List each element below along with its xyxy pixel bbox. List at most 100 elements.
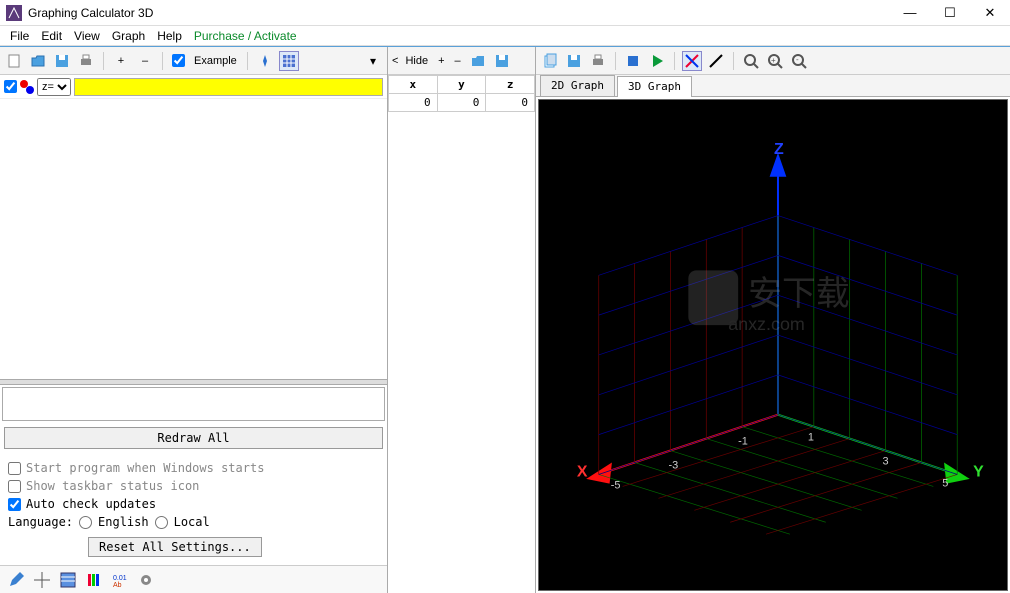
equation-row: z= xyxy=(0,75,387,99)
svg-text:5: 5 xyxy=(942,477,948,489)
svg-text:1: 1 xyxy=(808,432,814,444)
menu-view[interactable]: View xyxy=(68,27,106,45)
svg-text:Ab: Ab xyxy=(113,582,122,588)
print-graph-icon[interactable] xyxy=(588,51,608,71)
svg-text:anxz.com: anxz.com xyxy=(728,314,805,334)
remove-row-button[interactable]: – xyxy=(452,55,464,67)
rainbow-icon[interactable] xyxy=(84,570,104,590)
open-data-icon[interactable] xyxy=(468,51,488,71)
local-radio[interactable] xyxy=(155,516,168,529)
add-button[interactable]: + xyxy=(111,51,131,71)
separator xyxy=(247,52,248,70)
taskbar-checkbox[interactable] xyxy=(8,480,21,493)
pencil-icon[interactable] xyxy=(6,570,26,590)
reset-settings-button[interactable]: Reset All Settings... xyxy=(88,537,262,557)
tab-3d-graph[interactable]: 3D Graph xyxy=(617,76,692,97)
tab-2d-graph[interactable]: 2D Graph xyxy=(540,75,615,96)
menu-file[interactable]: File xyxy=(4,27,35,45)
open-icon[interactable] xyxy=(28,51,48,71)
svg-text:+: + xyxy=(771,56,776,65)
updates-checkbox-row[interactable]: Auto check updates xyxy=(8,497,379,511)
cell-z[interactable]: 0 xyxy=(486,94,535,112)
graph-3d-viewport[interactable]: Z X Y -5 -3 -1 1 3 5 安下载 anxz.com xyxy=(538,99,1008,591)
example-checkbox[interactable] xyxy=(172,54,185,67)
gear-icon[interactable] xyxy=(136,570,156,590)
precision-icon[interactable]: 0.01Ab xyxy=(110,570,130,590)
equation-type-select[interactable]: z= xyxy=(37,78,71,96)
chevron-left-icon[interactable]: < xyxy=(392,55,398,67)
crosshair-icon[interactable] xyxy=(32,570,52,590)
axes-style-icon[interactable] xyxy=(682,51,702,71)
updates-checkbox[interactable] xyxy=(8,498,21,511)
separator xyxy=(103,52,104,70)
data-table[interactable]: x y z 0 0 0 xyxy=(388,75,535,112)
play-icon[interactable] xyxy=(647,51,667,71)
startup-checkbox-row[interactable]: Start program when Windows starts xyxy=(8,461,379,475)
svg-text:3: 3 xyxy=(883,455,889,467)
equation-enable-checkbox[interactable] xyxy=(4,80,17,93)
expression-textarea[interactable] xyxy=(2,387,385,421)
maximize-button[interactable]: ☐ xyxy=(930,0,970,26)
startup-label: Start program when Windows starts xyxy=(26,461,264,475)
svg-text:-1: -1 xyxy=(738,436,748,448)
hide-button[interactable]: Hide xyxy=(402,55,431,67)
y-axis-label: Y xyxy=(973,463,984,480)
new-icon[interactable] xyxy=(4,51,24,71)
cell-x[interactable]: 0 xyxy=(389,94,438,112)
save-icon[interactable] xyxy=(52,51,72,71)
titlebar: Graphing Calculator 3D — ☐ ✕ xyxy=(0,0,1010,26)
right-toolbar: + - xyxy=(536,47,1010,75)
settings-panel: Start program when Windows starts Show t… xyxy=(0,453,387,565)
line-style-icon[interactable] xyxy=(706,51,726,71)
graph-panel: + - 2D Graph 3D Graph xyxy=(536,47,1010,593)
mid-toolbar: < Hide + – xyxy=(388,47,535,75)
chevron-down-icon[interactable]: ▾ xyxy=(363,51,383,71)
menu-edit[interactable]: Edit xyxy=(35,27,68,45)
save-image-icon[interactable] xyxy=(564,51,584,71)
grid-icon[interactable] xyxy=(279,51,299,71)
x-axis-label: X xyxy=(577,463,588,480)
app-icon xyxy=(6,5,22,21)
pin-icon[interactable] xyxy=(255,51,275,71)
table-icon[interactable] xyxy=(58,570,78,590)
cell-y[interactable]: 0 xyxy=(437,94,486,112)
remove-button[interactable]: – xyxy=(135,51,155,71)
startup-checkbox[interactable] xyxy=(8,462,21,475)
zoom-in-icon[interactable]: + xyxy=(765,51,785,71)
add-row-button[interactable]: + xyxy=(435,55,447,67)
equation-list-area xyxy=(0,99,387,379)
equation-input[interactable] xyxy=(74,78,383,96)
svg-text:-3: -3 xyxy=(668,459,678,471)
stop-icon[interactable] xyxy=(623,51,643,71)
menu-help[interactable]: Help xyxy=(151,27,188,45)
save-data-icon[interactable] xyxy=(492,51,512,71)
menu-purchase[interactable]: Purchase / Activate xyxy=(188,27,303,45)
example-label: Example xyxy=(191,55,240,67)
col-header-y[interactable]: y xyxy=(437,76,486,94)
copy-icon[interactable] xyxy=(540,51,560,71)
table-row[interactable]: 0 0 0 xyxy=(389,94,535,112)
data-blank xyxy=(388,112,535,593)
english-radio[interactable] xyxy=(79,516,92,529)
color-swatch-icon[interactable] xyxy=(20,80,34,94)
redraw-button[interactable]: Redraw All xyxy=(4,427,383,449)
english-label: English xyxy=(98,515,149,529)
taskbar-checkbox-row[interactable]: Show taskbar status icon xyxy=(8,479,379,493)
graph-3d-svg: Z X Y -5 -3 -1 1 3 5 安下载 anxz.com xyxy=(539,100,1007,590)
left-toolbar: + – Example ▾ xyxy=(0,47,387,75)
col-header-x[interactable]: x xyxy=(389,76,438,94)
minimize-button[interactable]: — xyxy=(890,0,930,26)
print-icon[interactable] xyxy=(76,51,96,71)
menu-graph[interactable]: Graph xyxy=(106,27,151,45)
col-header-z[interactable]: z xyxy=(486,76,535,94)
splitter[interactable] xyxy=(0,379,387,385)
data-panel: < Hide + – x y z 0 0 0 xyxy=(388,47,536,593)
zoom-out-icon[interactable]: - xyxy=(789,51,809,71)
svg-text:-: - xyxy=(796,55,799,64)
svg-text:0.01: 0.01 xyxy=(113,575,127,582)
close-button[interactable]: ✕ xyxy=(970,0,1010,26)
menubar: File Edit View Graph Help Purchase / Act… xyxy=(0,26,1010,46)
language-row: Language: English Local xyxy=(8,515,379,529)
svg-text:-5: -5 xyxy=(611,479,621,491)
zoom-icon[interactable] xyxy=(741,51,761,71)
